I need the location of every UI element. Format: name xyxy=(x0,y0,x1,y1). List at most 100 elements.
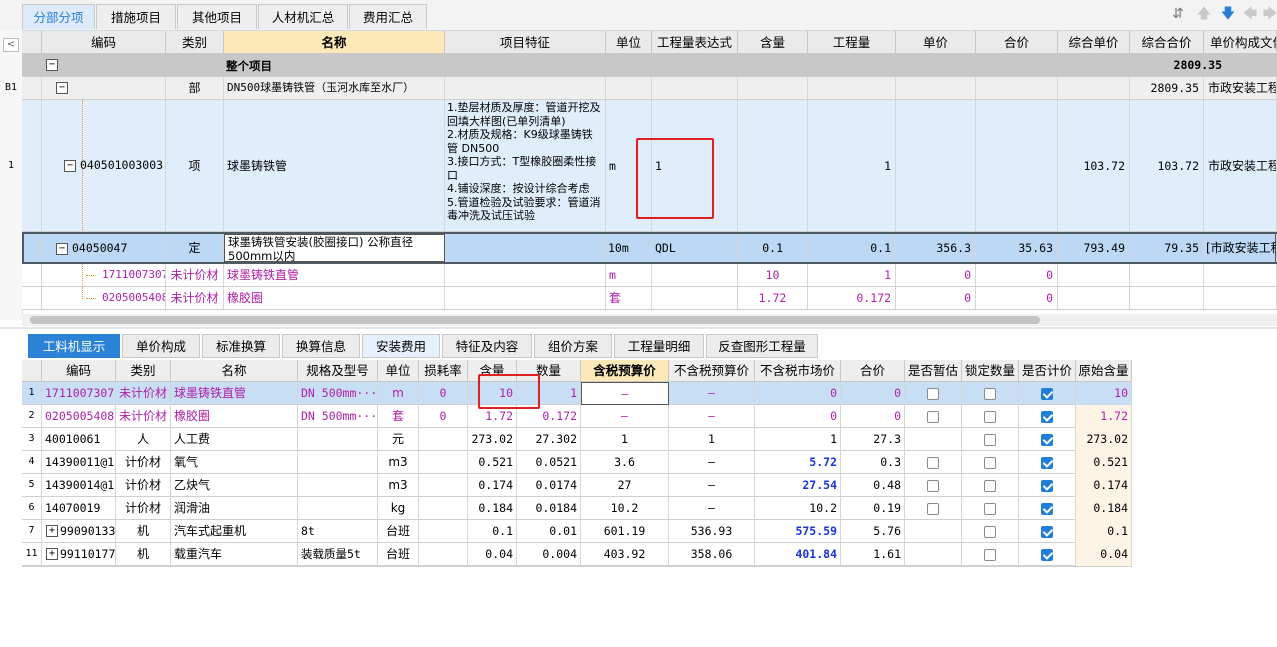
grid-header-file[interactable]: 单价构成文件 xyxy=(1204,31,1277,54)
bottom-header-unit[interactable]: 单位 xyxy=(378,360,419,382)
tab-fenbu[interactable]: 分部分项 xyxy=(22,4,95,29)
tab-rencaiji[interactable]: 人材机汇总 xyxy=(258,4,348,29)
cell-name[interactable]: 载重汽车 xyxy=(171,543,298,566)
cell-name[interactable]: 润滑油 xyxy=(171,497,298,520)
checkbox-est[interactable] xyxy=(927,410,939,423)
cell-qty[interactable]: 27.302 xyxy=(517,428,581,451)
bottom-tab-labor-material[interactable]: 工料机显示 xyxy=(28,334,120,358)
bottom-table-row[interactable]: 7 99090133 机汽车式起重机 8t 台班 0.1 0.01 601.19 536.93 5… xyxy=(22,520,1132,543)
collapse-panel-button[interactable]: < xyxy=(3,38,19,52)
row-feature[interactable]: 1.垫层材质及厚度：管道开挖及回填大样图(已单列清单) 2.材质及规格：K9级球… xyxy=(445,100,606,231)
cell-tax-price[interactable]: 601.19 xyxy=(581,520,669,543)
bottom-header-lock[interactable]: 锁定数量 xyxy=(962,360,1019,382)
checkbox-priced[interactable] xyxy=(1041,387,1053,400)
bottom-header-estimate[interactable]: 是否暂估 xyxy=(905,360,962,382)
bottom-tab-quantity-detail[interactable]: 工程量明细 xyxy=(614,334,704,358)
cell-notax-market[interactable]: 0 xyxy=(755,382,841,405)
checkbox-priced[interactable] xyxy=(1041,479,1053,492)
bottom-tab-unit-price[interactable]: 单价构成 xyxy=(122,334,200,358)
bottom-header-sum[interactable]: 合价 xyxy=(841,360,905,382)
checkbox-priced[interactable] xyxy=(1041,410,1053,423)
row-content[interactable]: 0.1 xyxy=(738,234,808,262)
cell-tax-price[interactable]: 27 xyxy=(581,474,669,497)
cell-qty[interactable]: 0.0521 xyxy=(517,451,581,474)
grid-header-unit[interactable]: 单位 xyxy=(606,31,652,54)
cell-tax-price[interactable]: — xyxy=(581,382,669,405)
table-row-material[interactable]: 1711007307 未计价材 球墨铸铁直管 m 10 1 0 0 xyxy=(22,264,1277,287)
bottom-table-row[interactable]: 2 0205005408 未计价材 橡胶圈 DN 500mm··· 套 0 1.72 0.172… xyxy=(22,405,1132,428)
grid-header-feature[interactable]: 项目特征 xyxy=(445,31,606,54)
sort-icon[interactable]: ⇵ xyxy=(1170,6,1186,22)
bottom-header-tax-price[interactable]: 含税预算价 xyxy=(581,360,669,382)
bottom-header-notax-budget[interactable]: 不含税预算价 xyxy=(669,360,755,382)
grid-header-unit-total[interactable]: 综合单价 xyxy=(1058,31,1130,54)
row-name[interactable]: 橡胶圈 xyxy=(224,287,445,309)
row-name[interactable]: 球墨铸铁直管 xyxy=(224,264,445,286)
cell-tax-price[interactable]: 10.2 xyxy=(581,497,669,520)
checkbox-est[interactable] xyxy=(927,502,939,515)
cell-qty[interactable]: 0.004 xyxy=(517,543,581,566)
checkbox-lock[interactable] xyxy=(984,387,996,400)
bottom-table-row[interactable]: 3 40010061 人人工费元 273.02 27.302 1 1 1 27.3 273.02 xyxy=(22,428,1132,451)
checkbox-est[interactable] xyxy=(927,387,939,400)
bottom-tab-pricing-plan[interactable]: 组价方案 xyxy=(534,334,612,358)
bottom-table-row[interactable]: 11 99110177 机载重汽车 装载质量5t 台班 0.04 0.004 403.92 35… xyxy=(22,543,1132,566)
bottom-header-type[interactable]: 类别 xyxy=(116,360,171,382)
row-name[interactable]: 球墨铸铁管 xyxy=(224,100,445,231)
cell-notax-market[interactable]: 401.84 xyxy=(755,543,841,566)
tab-qita[interactable]: 其他项目 xyxy=(177,4,257,29)
checkbox-lock[interactable] xyxy=(984,456,996,469)
bottom-header-name[interactable]: 名称 xyxy=(171,360,298,382)
cell-notax-market[interactable]: 5.72 xyxy=(755,451,841,474)
cell-content[interactable]: 0.04 xyxy=(468,543,517,566)
bottom-tab-standard-conv[interactable]: 标准换算 xyxy=(202,334,280,358)
cell-tax-price[interactable]: — xyxy=(581,405,669,428)
grid-header-price[interactable]: 单价 xyxy=(896,31,976,54)
bottom-header-notax-market[interactable]: 不含税市场价 xyxy=(755,360,841,382)
grid-header-content[interactable]: 含量 xyxy=(738,31,808,54)
cell-notax-market[interactable]: 1 xyxy=(755,428,841,451)
cell-content[interactable]: 0.174 xyxy=(468,474,517,497)
row-content[interactable]: 1.72 xyxy=(738,287,808,309)
row-content[interactable]: 10 xyxy=(738,264,808,286)
cell-qty[interactable]: 0.0184 xyxy=(517,497,581,520)
row-name-editor[interactable]: 球墨铸铁管安装(胶圈接口) 公称直径500mm以内 xyxy=(224,234,445,262)
splitter[interactable] xyxy=(0,327,1277,329)
grid-header-name[interactable]: 名称 xyxy=(224,31,445,54)
checkbox-est[interactable] xyxy=(927,456,939,469)
arrow-right-icon[interactable]: 🡆 xyxy=(1262,6,1277,22)
cell-qty[interactable]: 0.0174 xyxy=(517,474,581,497)
cell-tax-price[interactable]: 1 xyxy=(581,428,669,451)
cell-notax-market[interactable]: 27.54 xyxy=(755,474,841,497)
scrollbar-thumb[interactable] xyxy=(30,316,1040,324)
grid-header-quantity[interactable]: 工程量 xyxy=(808,31,896,54)
grid-header-total[interactable]: 综合合价 xyxy=(1130,31,1204,54)
cell-notax-market[interactable]: 10.2 xyxy=(755,497,841,520)
collapse-toggle[interactable]: − xyxy=(56,243,68,255)
checkbox-priced[interactable] xyxy=(1041,525,1053,538)
grid-header-expr[interactable]: 工程量表达式 xyxy=(652,31,738,54)
grid-header-type[interactable]: 类别 xyxy=(166,31,224,54)
checkbox-lock[interactable] xyxy=(984,548,996,561)
checkbox-priced[interactable] xyxy=(1041,456,1053,469)
cell-notax-market[interactable]: 575.59 xyxy=(755,520,841,543)
checkbox-priced[interactable] xyxy=(1041,548,1053,561)
bottom-header-code[interactable]: 编码 xyxy=(42,360,116,382)
cell-tax-price[interactable]: 3.6 xyxy=(581,451,669,474)
checkbox-priced[interactable] xyxy=(1041,433,1053,446)
bottom-table-row[interactable]: 6 14070019 计价材 润滑油 kg 0.184 0.0184 10.2—10.2 0.1… xyxy=(22,497,1132,520)
horizontal-scrollbar[interactable] xyxy=(22,314,1277,326)
collapse-toggle[interactable]: − xyxy=(46,59,58,71)
bottom-table-row[interactable]: 1 1711007307 未计价材 球墨铸铁直管 DN 500mm··· m 0 10 1— —0… xyxy=(22,382,1132,405)
row-expr[interactable]: QDL xyxy=(652,234,738,262)
cell-name[interactable]: 橡胶圈 xyxy=(171,405,298,428)
table-row-quota[interactable]: − 04050047 定 球墨铸铁管安装(胶圈接口) 公称直径500mm以内 1… xyxy=(22,232,1277,264)
expand-toggle[interactable]: + xyxy=(46,548,58,560)
checkbox-priced[interactable] xyxy=(1041,502,1053,515)
grid-header-code[interactable]: 编码 xyxy=(42,31,166,54)
bottom-tab-conv-info[interactable]: 换算信息 xyxy=(282,334,360,358)
expand-toggle[interactable]: + xyxy=(46,525,58,537)
cell-name[interactable]: 人工费 xyxy=(171,428,298,451)
row-name[interactable]: DN500球墨铸铁管（玉河水库至水厂） xyxy=(224,77,445,99)
collapse-toggle[interactable]: − xyxy=(64,160,76,172)
